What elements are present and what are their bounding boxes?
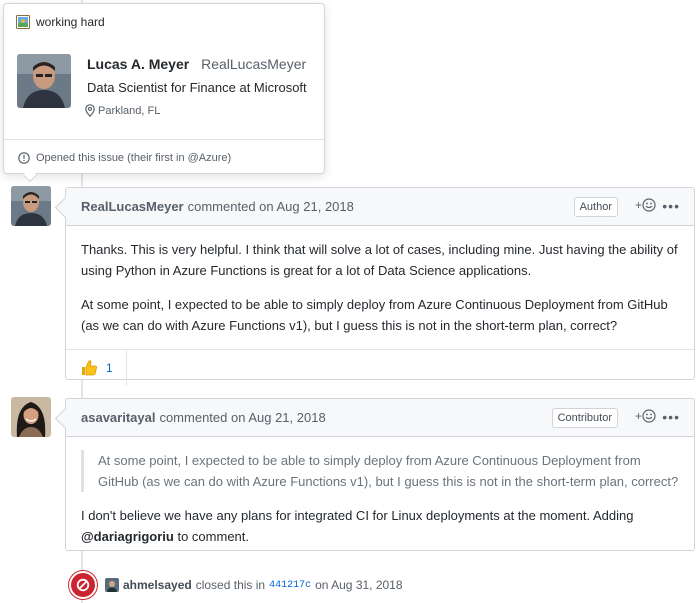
plus-label: +: [634, 409, 642, 423]
comment-header: asavaritayal commented on Aug 21, 2018 C…: [66, 399, 694, 437]
hovercard-location: Parkland, FL: [85, 104, 160, 117]
comment-author[interactable]: RealLucasMeyer: [81, 199, 184, 214]
user-hovercard: working hard Lucas A. Meyer RealLucasMey…: [3, 3, 325, 174]
hovercard-location-text: Parkland, FL: [98, 104, 161, 117]
reaction-count: 1: [106, 360, 113, 375]
user-mention-link[interactable]: @dariagrigoriu: [81, 529, 174, 544]
comment-timestamp[interactable]: commented on Aug 21, 2018: [159, 410, 325, 425]
comment-body: Thanks. This is very helpful. I think th…: [66, 226, 694, 336]
event-action: closed this in: [195, 578, 266, 592]
event-actor[interactable]: ahmelsayed: [123, 578, 192, 592]
comment-paragraph: Thanks. This is very helpful. I think th…: [81, 242, 678, 278]
event-date[interactable]: on Aug 31, 2018: [315, 578, 402, 592]
comment-text: I don't believe we have any plans for in…: [81, 508, 634, 523]
hovercard-bio: Data Scientist for Finance at Microsoft: [87, 80, 307, 95]
hovercard-login[interactable]: RealLucasMeyer: [201, 56, 306, 72]
comment-author[interactable]: asavaritayal: [81, 410, 155, 425]
commit-link[interactable]: 441217c: [269, 580, 311, 591]
comment-timestamp[interactable]: commented on Aug 21, 2018: [188, 199, 354, 214]
circle-slash-icon: [76, 578, 90, 592]
event-actor-avatar[interactable]: [105, 578, 119, 592]
closed-badge: [69, 571, 97, 599]
comment-text-suffix: to comment.: [173, 529, 249, 544]
smiley-icon: [642, 409, 656, 423]
user-status-text: working hard: [36, 15, 105, 29]
user-status: working hard: [4, 4, 324, 40]
issue-opened-icon: [18, 151, 30, 164]
comment-header: RealLucasMeyer commented on Aug 21, 2018…: [66, 188, 694, 226]
comment-author-avatar[interactable]: [11, 397, 51, 437]
working-emoji-icon: [16, 15, 30, 29]
comment-body: At some point, I expected to be able to …: [66, 437, 694, 547]
contributor-badge: Contributor: [551, 408, 618, 428]
smiley-icon: [642, 198, 656, 212]
thumbs-up-icon: [82, 360, 98, 376]
hovercard-avatar[interactable]: [17, 54, 71, 108]
comment-card: RealLucasMeyer commented on Aug 21, 2018…: [65, 187, 695, 386]
hovercard-name-row: Lucas A. Meyer RealLucasMeyer: [87, 56, 306, 72]
add-reaction-button[interactable]: +: [635, 409, 656, 423]
add-reaction-button[interactable]: +: [635, 198, 656, 212]
hovercard-footer-text: Opened this issue (their first in @Azure…: [36, 151, 232, 164]
closed-event: ahmelsayed closed this in 441217c on Aug…: [69, 571, 403, 599]
hovercard-fullname[interactable]: Lucas A. Meyer: [87, 56, 189, 72]
reactions-bar: 1: [66, 349, 694, 386]
comment-paragraph: At some point, I expected to be able to …: [81, 297, 668, 333]
hovercard-body: Lucas A. Meyer RealLucasMeyer Data Scien…: [4, 40, 324, 137]
thumbs-up-reaction[interactable]: 1: [66, 349, 127, 386]
author-badge: Author: [573, 197, 618, 217]
comment-card: asavaritayal commented on Aug 21, 2018 C…: [65, 398, 695, 551]
location-icon: [85, 104, 95, 117]
comment-paragraph: I don't believe we have any plans for in…: [81, 505, 679, 547]
plus-label: +: [634, 198, 642, 212]
issue-timeline: working hard Lucas A. Meyer RealLucasMey…: [0, 0, 699, 603]
quoted-reply: At some point, I expected to be able to …: [81, 450, 679, 492]
comment-author-avatar[interactable]: [11, 186, 51, 226]
more-options-button[interactable]: •••: [662, 410, 680, 424]
hovercard-footer: Opened this issue (their first in @Azure…: [4, 139, 324, 175]
more-options-button[interactable]: •••: [662, 199, 680, 213]
